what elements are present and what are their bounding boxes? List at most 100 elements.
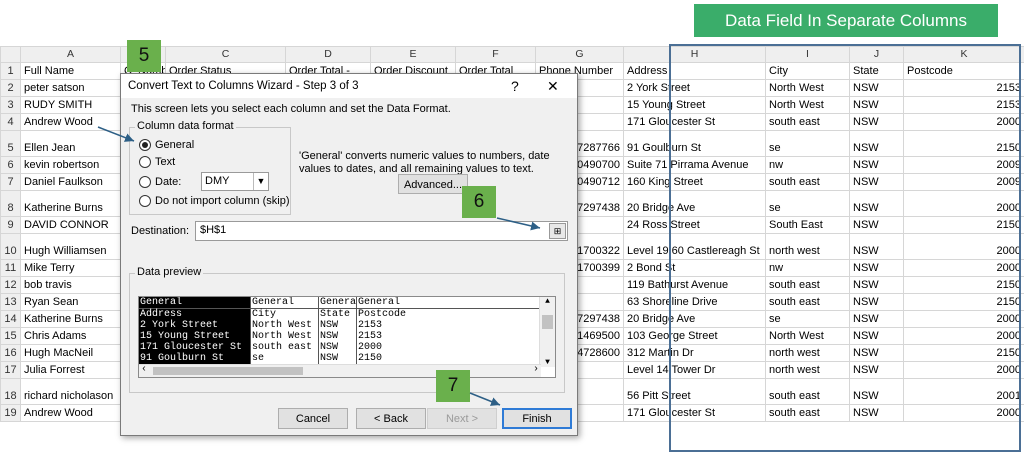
help-icon[interactable]: ? [511, 74, 519, 98]
separate-columns-highlight [669, 44, 1021, 452]
row-number[interactable]: 13 [0, 293, 21, 311]
row-number[interactable]: 16 [0, 344, 21, 362]
scroll-up-icon[interactable]: ▲ [540, 297, 555, 306]
cell-a[interactable]: Katherine Burns [20, 190, 121, 217]
preview-line: 2153 [358, 331, 383, 342]
preview-line: NSW [320, 331, 339, 342]
preview-line: 171 Gloucester St [140, 342, 243, 353]
row-number[interactable]: 12 [0, 276, 21, 294]
column-header-c[interactable]: C [165, 46, 286, 63]
row-number[interactable]: 18 [0, 378, 21, 405]
row-number[interactable]: 14 [0, 310, 21, 328]
general-radio[interactable] [139, 139, 151, 151]
cell-a[interactable]: richard nicholason [20, 378, 121, 405]
dialog-instruction: This screen lets you select each column … [131, 103, 451, 115]
close-icon[interactable]: ✕ [547, 74, 559, 98]
scroll-thumb[interactable] [542, 315, 553, 329]
row-number[interactable]: 7 [0, 173, 21, 191]
banner-label: Data Field In Separate Columns [694, 4, 998, 37]
row-number[interactable]: 17 [0, 361, 21, 379]
scroll-left-icon[interactable]: ‹ [141, 364, 147, 375]
preview-vertical-scrollbar[interactable]: ▲ ▼ [539, 297, 555, 367]
next-button: Next > [427, 408, 497, 429]
preview-line: 15 Young Street [140, 331, 231, 342]
preview-header: Genera [319, 297, 357, 309]
header-cell[interactable]: Full Name [20, 62, 121, 80]
preview-line: 2150 [358, 353, 383, 364]
row-number[interactable]: 6 [0, 156, 21, 174]
preview-line: City [252, 309, 277, 320]
scroll-right-icon[interactable]: › [533, 364, 539, 375]
cell-a[interactable]: Ellen Jean [20, 130, 121, 157]
cell-a[interactable]: DAVID CONNOR [20, 216, 121, 234]
row-number[interactable]: 19 [0, 404, 21, 422]
cell-a[interactable]: Andrew Wood [20, 404, 121, 422]
preview-line: NSW [320, 353, 339, 364]
column-format-label: Column data format [135, 120, 236, 132]
data-preview-pane[interactable]: General Address 2 York Street 15 Young Stre… [138, 296, 556, 378]
column-header-f[interactable]: F [455, 46, 536, 63]
cell-a[interactable]: RUDY SMITH [20, 96, 121, 114]
date-label: Date: [155, 176, 182, 188]
destination-label: Destination: [131, 225, 190, 237]
preview-line: Postcode [358, 309, 407, 320]
cell-a[interactable]: bob travis [20, 276, 121, 294]
preview-line: 2000 [358, 342, 383, 353]
skip-label: Do not import column (skip) [155, 195, 290, 207]
preview-line: State [320, 309, 351, 320]
step-badge-6: 6 [462, 186, 496, 218]
cell-a[interactable]: Katherine Burns [20, 310, 121, 328]
row-number[interactable]: 8 [0, 190, 21, 217]
preview-horizontal-scrollbar[interactable]: ‹ › [139, 364, 541, 377]
hscroll-thumb[interactable] [153, 367, 303, 375]
row-number[interactable]: 2 [0, 79, 21, 97]
row-number[interactable]: 11 [0, 259, 21, 277]
destination-value: $H$1 [200, 224, 227, 236]
cell-a[interactable]: Chris Adams [20, 327, 121, 345]
back-button[interactable]: < Back [356, 408, 426, 429]
select-all-corner[interactable] [0, 46, 21, 63]
preview-header: General [357, 297, 541, 309]
preview-line: south east [252, 342, 313, 353]
column-header-e[interactable]: E [370, 46, 456, 63]
cell-a[interactable]: kevin robertson [20, 156, 121, 174]
cell-a[interactable]: Hugh MacNeil [20, 344, 121, 362]
row-number[interactable]: 10 [0, 233, 21, 260]
preview-line: North West [252, 320, 313, 331]
data-preview-label: Data preview [135, 266, 204, 278]
scroll-down-icon[interactable]: ▼ [540, 358, 555, 367]
chevron-down-icon[interactable]: ▼ [253, 173, 268, 190]
preview-line: 2 York Street [140, 320, 219, 331]
dialog-titlebar: Convert Text to Columns Wizard - Step 3 … [121, 74, 577, 98]
date-radio[interactable] [139, 176, 151, 188]
row-number[interactable]: 4 [0, 113, 21, 131]
text-radio[interactable] [139, 156, 151, 168]
column-header-d[interactable]: D [285, 46, 371, 63]
finish-button[interactable]: Finish [502, 408, 572, 429]
cell-a[interactable]: peter satson [20, 79, 121, 97]
range-picker-icon[interactable]: ⊞ [549, 223, 566, 239]
advanced-button[interactable]: Advanced... [398, 174, 468, 194]
column-header-g[interactable]: G [535, 46, 624, 63]
cancel-button[interactable]: Cancel [278, 408, 348, 429]
row-number[interactable]: 9 [0, 216, 21, 234]
destination-input[interactable]: $H$1 ⊞ [195, 221, 568, 241]
preview-line: 91 Goulburn St [140, 353, 225, 364]
cell-a[interactable]: Daniel Faulkson [20, 173, 121, 191]
row-number[interactable]: 1 [0, 62, 21, 80]
cell-a[interactable]: Ryan Sean [20, 293, 121, 311]
preview-line: 2153 [358, 320, 383, 331]
cell-a[interactable]: Mike Terry [20, 259, 121, 277]
cell-a[interactable]: Andrew Wood [20, 113, 121, 131]
date-format-value: DMY [205, 175, 230, 187]
row-number[interactable]: 15 [0, 327, 21, 345]
row-number[interactable]: 5 [0, 130, 21, 157]
cell-a[interactable]: Julia Forrest [20, 361, 121, 379]
format-info-text: 'General' converts numeric values to num… [299, 150, 550, 175]
skip-radio[interactable] [139, 195, 151, 207]
column-header-a[interactable]: A [20, 46, 121, 63]
cell-a[interactable]: Hugh Williamsen [20, 233, 121, 260]
row-number[interactable]: 3 [0, 96, 21, 114]
dialog-title: Convert Text to Columns Wizard - Step 3 … [128, 80, 359, 92]
date-format-select[interactable]: DMY ▼ [201, 172, 269, 191]
